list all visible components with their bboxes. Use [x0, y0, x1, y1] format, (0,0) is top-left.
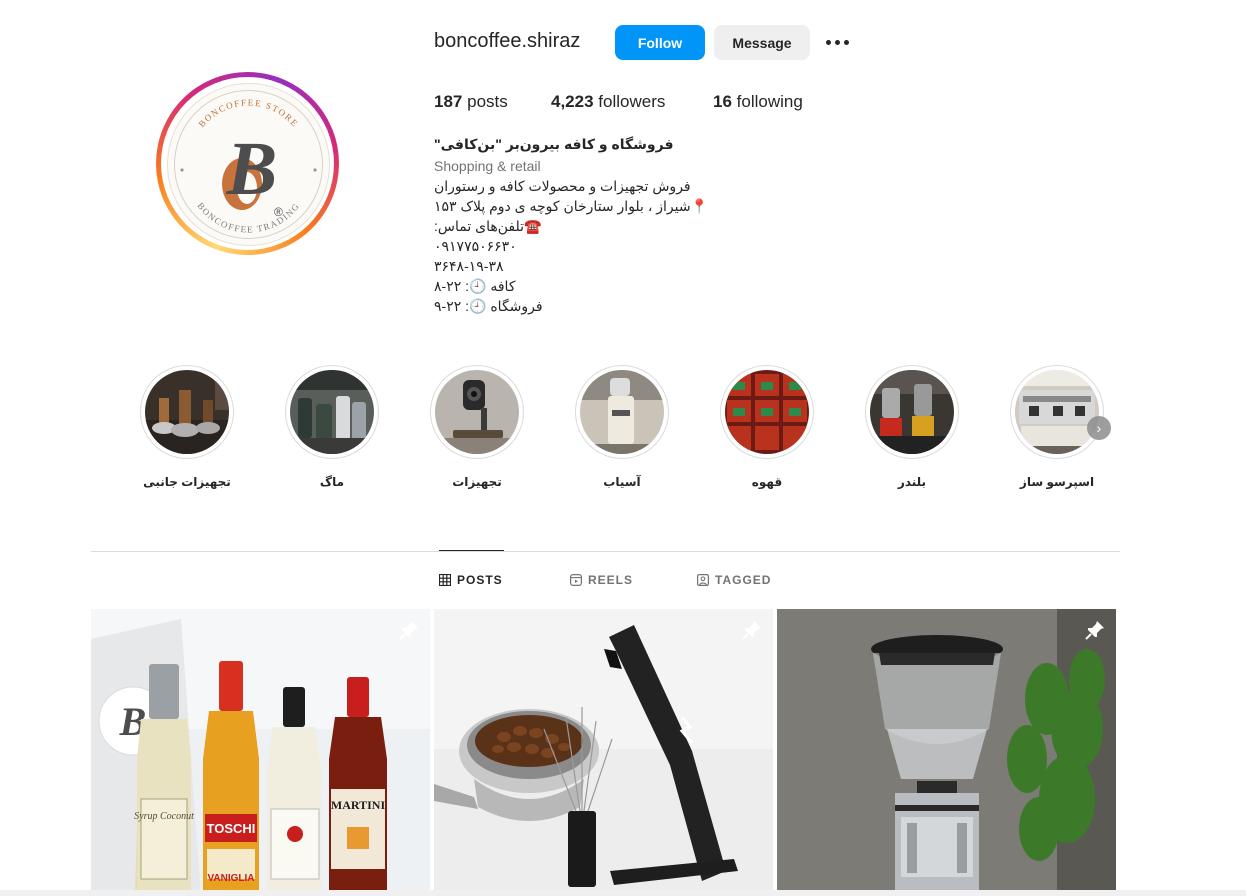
highlight-ring — [720, 365, 814, 459]
espresso-machine-photo-icon — [1015, 370, 1099, 454]
followers-label: followers — [598, 92, 666, 111]
post-portafilter[interactable] — [434, 609, 773, 896]
highlight-ring — [575, 365, 669, 459]
highlight-label: ماگ — [319, 475, 345, 489]
highlight-grinder[interactable]: آسیاب — [572, 365, 672, 489]
tab-posts[interactable]: POSTS — [439, 573, 503, 587]
posts-label: posts — [467, 92, 508, 111]
svg-text:TOSCHI: TOSCHI — [207, 821, 256, 836]
grid-icon — [439, 574, 451, 586]
tab-label: POSTS — [457, 573, 503, 587]
highlight-ring — [865, 365, 959, 459]
coffee-grinder-photo-icon — [777, 609, 1116, 896]
followers-count-value: 4,223 — [551, 92, 594, 111]
bio-line: ☎️تلفن‌های تماس: — [434, 218, 542, 234]
following-count[interactable]: 16 following — [713, 92, 803, 112]
syrup-bottles-photo-icon: B Syrup Coconut TOSCHI VANIGLIA MARTINI — [91, 609, 430, 896]
pinned-post-icon — [399, 621, 418, 640]
active-tab-indicator — [439, 550, 504, 551]
svg-text:MARTINI: MARTINI — [331, 798, 386, 812]
blender-photo-icon — [870, 370, 954, 454]
highlight-equipment[interactable]: تجهیزات — [427, 365, 527, 489]
mugs-photo-icon — [290, 370, 374, 454]
posts-count: 187 posts — [434, 92, 508, 112]
highlight-accessories[interactable]: تجهیزات جانبی — [137, 365, 237, 489]
bio-line: فروشگاه 🕘: ۲۲-۹ — [434, 298, 543, 314]
follow-button[interactable]: Follow — [615, 25, 705, 60]
more-options-icon[interactable] — [822, 30, 852, 54]
coffee-boxes-photo-icon — [725, 370, 809, 454]
highlight-label: تجهیزات جانبی — [143, 475, 231, 489]
avatar-logo: BONCOFFEE STORE BONCOFFEE TRADING B ® — [167, 83, 330, 246]
tagged-icon — [697, 574, 709, 586]
highlights-next-icon[interactable]: › — [1087, 416, 1111, 440]
grinder-photo-icon — [580, 370, 664, 454]
bio-line: ۳۶۴۸-۱۹-۳۸ — [434, 258, 504, 274]
bio-line: 📍شیراز ، بلوار ستارخان کوچه ی دوم پلاک ۱… — [434, 198, 709, 214]
profile-avatar-ring[interactable]: BONCOFFEE STORE BONCOFFEE TRADING B ® — [156, 72, 339, 255]
svg-text:®: ® — [274, 205, 283, 219]
highlight-label: آسیاب — [603, 475, 641, 489]
tab-tagged[interactable]: TAGGED — [697, 573, 771, 587]
profile-avatar[interactable]: BONCOFFEE STORE BONCOFFEE TRADING B ® — [161, 77, 334, 250]
bio-line: کافه 🕘: ۲۲-۸ — [434, 278, 516, 294]
bio-line: فروش تجهیزات و محصولات کافه و رستوران — [434, 178, 691, 194]
svg-text:BONCOFFEE STORE: BONCOFFEE STORE — [196, 97, 300, 129]
post-grinder[interactable] — [777, 609, 1116, 896]
page-bottom-edge — [0, 890, 1246, 896]
highlight-ring — [285, 365, 379, 459]
highlight-ring — [140, 365, 234, 459]
tab-label: TAGGED — [715, 573, 772, 587]
highlight-ring — [430, 365, 524, 459]
camera-equipment-photo-icon — [435, 370, 519, 454]
following-label: following — [736, 92, 803, 111]
boncoffee-logo-icon: BONCOFFEE STORE BONCOFFEE TRADING B ® — [174, 90, 323, 239]
pinned-post-icon — [1085, 621, 1104, 640]
highlight-label: قهوه — [751, 475, 783, 489]
highlight-mugs[interactable]: ماگ — [282, 365, 382, 489]
reels-icon — [570, 574, 582, 586]
highlight-label: اسپرسو ساز — [1019, 475, 1095, 489]
tabs-divider — [91, 551, 1120, 552]
bio-line: ۰۹۱۷۷۵۰۶۶۳۰ — [434, 238, 517, 254]
tab-label: REELS — [588, 573, 634, 587]
post-syrups[interactable]: B Syrup Coconut TOSCHI VANIGLIA MARTINI — [91, 609, 430, 896]
message-button[interactable]: Message — [714, 25, 810, 60]
posts-count-value: 187 — [434, 92, 463, 111]
pinned-post-icon — [742, 621, 761, 640]
highlight-blender[interactable]: بلندر — [862, 365, 962, 489]
profile-username: boncoffee.shiraz — [434, 30, 581, 52]
highlight-coffee[interactable]: قهوه — [717, 365, 817, 489]
profile-bio: فروشگاه و کافه بیرون‌بر "بن‌کافی" Shoppi… — [434, 134, 734, 316]
bio-category: Shopping & retail — [434, 158, 541, 174]
portafilter-photo-icon — [434, 609, 773, 896]
story-highlights: تجهیزات جانبی ماگ تجهیزات آسیاب قهوه بلن… — [91, 365, 1121, 495]
highlight-label: تجهیزات — [452, 475, 502, 489]
followers-count[interactable]: 4,223 followers — [551, 92, 665, 112]
tab-reels[interactable]: REELS — [570, 573, 633, 587]
following-count-value: 16 — [713, 92, 732, 111]
svg-text:B: B — [226, 127, 278, 211]
svg-text:Syrup Coconut: Syrup Coconut — [134, 811, 194, 822]
highlight-label: بلندر — [897, 475, 927, 489]
highlight-ring — [1010, 365, 1104, 459]
tampers-photo-icon — [145, 370, 229, 454]
bio-name: فروشگاه و کافه بیرون‌بر "بن‌کافی" — [434, 136, 674, 152]
svg-text:VANIGLIA: VANIGLIA — [207, 873, 254, 884]
profile-header: BONCOFFEE STORE BONCOFFEE TRADING B ® bo… — [0, 0, 1246, 330]
